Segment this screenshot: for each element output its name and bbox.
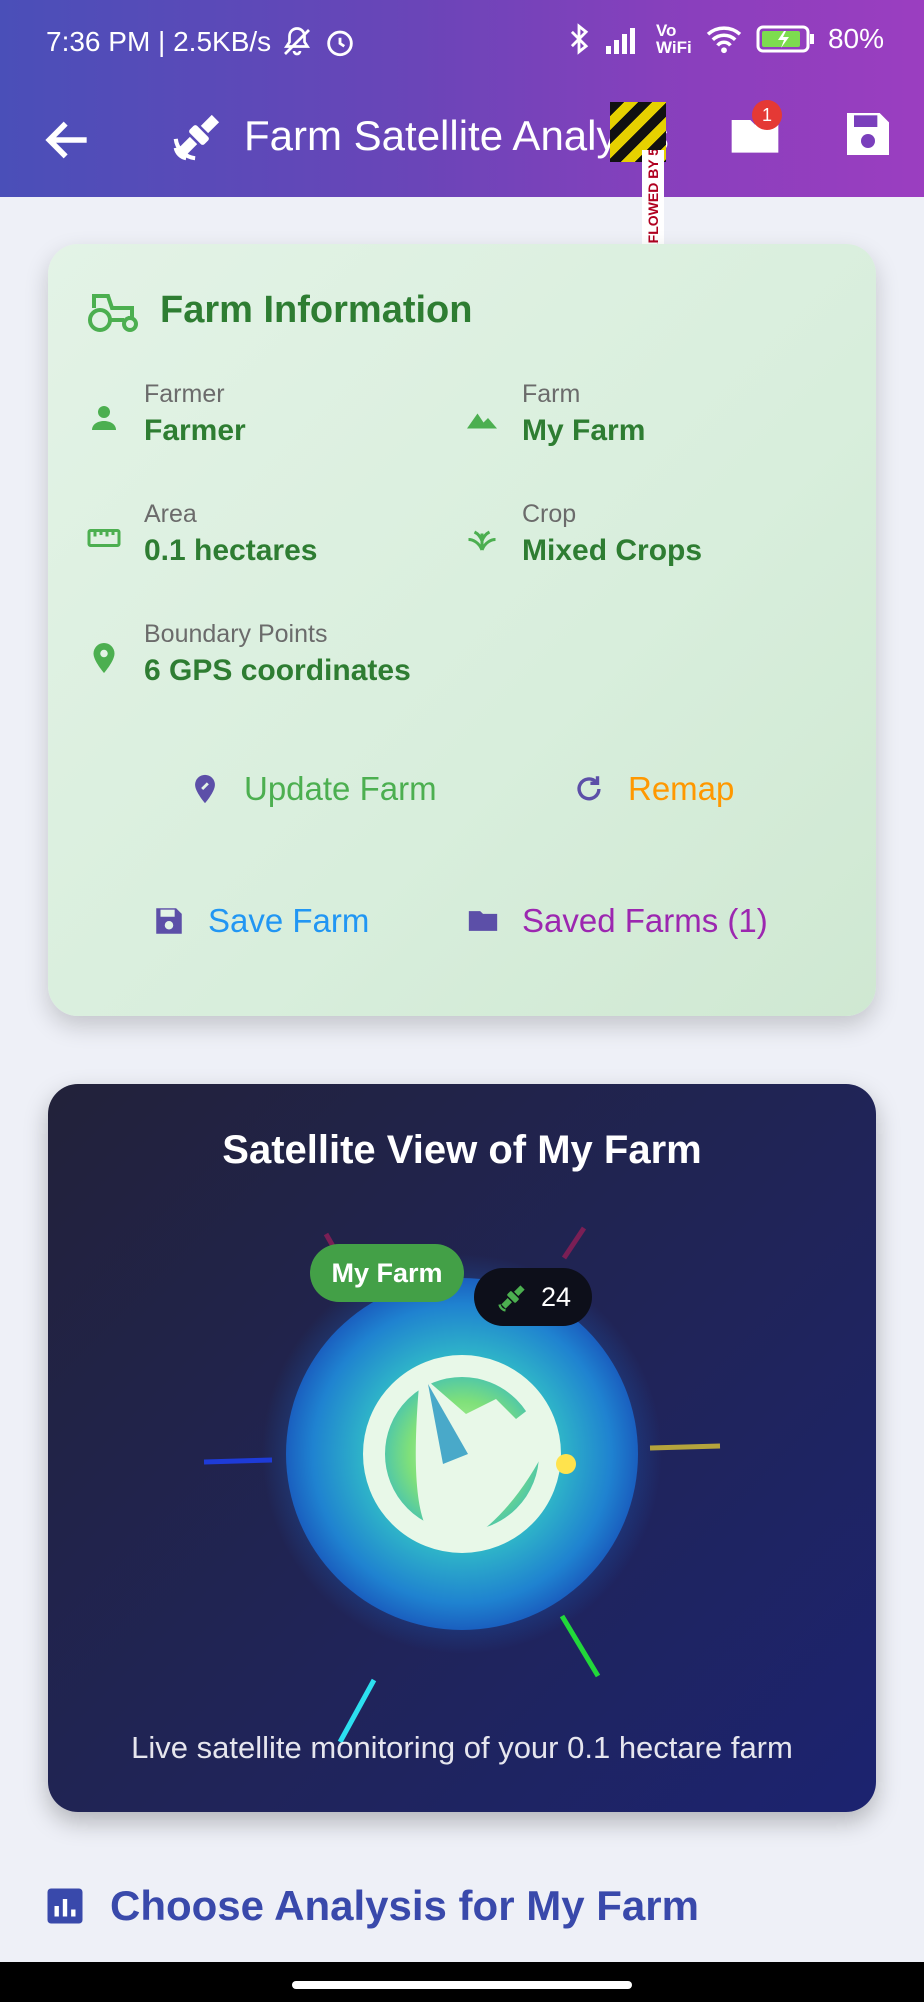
- farm-name-pill: My Farm: [310, 1244, 464, 1302]
- satellite-view-card: Satellite View of My Farm My Farm 24 Liv…: [48, 1084, 876, 1812]
- field-boundary-points: Boundary Points 6 GPS coordinates: [86, 618, 411, 692]
- update-farm-button[interactable]: Update Farm: [188, 770, 437, 808]
- app-bar: Farm Satellite Analysis OVERFLOWED BY 5 …: [0, 84, 924, 280]
- vowifi-label: Vo WiFi: [655, 21, 692, 57]
- field-farm: Farm My Farm: [464, 378, 645, 452]
- field-label: Crop: [522, 500, 577, 528]
- status-bar: 7:36 PM | 2.5KB/s Vo WiFi 80%: [0, 0, 924, 84]
- field-label: Farmer: [144, 380, 225, 408]
- wifi-icon: [706, 26, 742, 54]
- orbit-ray: [203, 1457, 273, 1465]
- satellite-dot: [556, 1454, 576, 1474]
- satellite-globe-graphic: [203, 1226, 721, 1744]
- field-area: Area 0.1 hectares: [86, 498, 317, 572]
- saved-farms-button[interactable]: Saved Farms (1): [466, 902, 768, 940]
- satellite-count: 24: [540, 1281, 572, 1312]
- refresh-icon: [577, 776, 601, 801]
- notification-badge: 1: [752, 100, 782, 130]
- back-arrow-icon[interactable]: [40, 112, 96, 168]
- analysis-heading: Choose Analysis for My Farm: [110, 1882, 699, 1929]
- update-farm-label: Update Farm: [244, 770, 437, 807]
- orbit-ray: [649, 1443, 721, 1451]
- mute-icon: [284, 27, 311, 56]
- field-value: My Farm: [522, 414, 646, 447]
- save-icon: [156, 908, 182, 934]
- field-label: Area: [144, 500, 197, 528]
- farm-info-title: Farm Information: [160, 288, 473, 331]
- tractor-icon: [88, 294, 138, 332]
- saved-farms-label: Saved Farms (1): [522, 902, 768, 939]
- location-pin-icon: [93, 643, 115, 673]
- top-bar: 7:36 PM | 2.5KB/s Vo WiFi 80% Farm Satel…: [0, 0, 924, 280]
- field-value: 0.1 hectares: [144, 534, 318, 567]
- system-nav-bar: [0, 1962, 924, 2002]
- satellite-caption: Live satellite monitoring of your 0.1 he…: [131, 1730, 793, 1765]
- save-farm-button[interactable]: Save Farm: [152, 902, 369, 940]
- alarm-icon: [327, 30, 353, 57]
- battery-icon: [756, 25, 814, 53]
- remap-button[interactable]: Remap: [572, 770, 734, 808]
- person-icon: [92, 406, 116, 430]
- save-farm-label: Save Farm: [208, 902, 370, 939]
- field-label: Boundary Points: [144, 620, 328, 648]
- signal-icon: [605, 28, 635, 54]
- orbit-ray: [561, 1226, 587, 1260]
- field-label: Farm: [522, 380, 581, 408]
- farm-info-header: Farm Information: [86, 286, 472, 334]
- folder-icon: [468, 911, 498, 931]
- field-value: Mixed Crops: [522, 534, 703, 567]
- terrain-icon: [467, 413, 497, 429]
- bluetooth-icon: [570, 23, 589, 55]
- satellite-icon: [173, 114, 220, 161]
- grass-icon: [468, 530, 496, 551]
- ruler-icon: [87, 529, 121, 547]
- status-time: 7:36 PM | 2.5KB/s: [46, 26, 272, 57]
- edit-location-icon: [195, 774, 215, 804]
- satellite-icon: [498, 1285, 525, 1312]
- bar-chart-icon: [47, 1888, 83, 1924]
- satellite-count-pill: 24: [474, 1268, 592, 1326]
- analysis-section-header: Choose Analysis for My Farm: [44, 1882, 699, 1930]
- farm-info-card: Farm Information Farmer Farmer Farm My Far…: [48, 244, 876, 1016]
- orbit-ray: [559, 1614, 601, 1678]
- page-title: Farm Satellite Analysis: [244, 112, 669, 159]
- home-indicator[interactable]: [292, 1981, 632, 1989]
- field-crop: Crop Mixed Crops: [464, 498, 702, 572]
- field-value: Farmer: [144, 414, 246, 447]
- field-farmer: Farmer Farmer: [86, 378, 246, 452]
- remap-label: Remap: [628, 770, 735, 807]
- save-icon[interactable]: [840, 106, 896, 162]
- battery-level: 80%: [827, 23, 884, 54]
- field-value: 6 GPS coordinates: [144, 654, 411, 687]
